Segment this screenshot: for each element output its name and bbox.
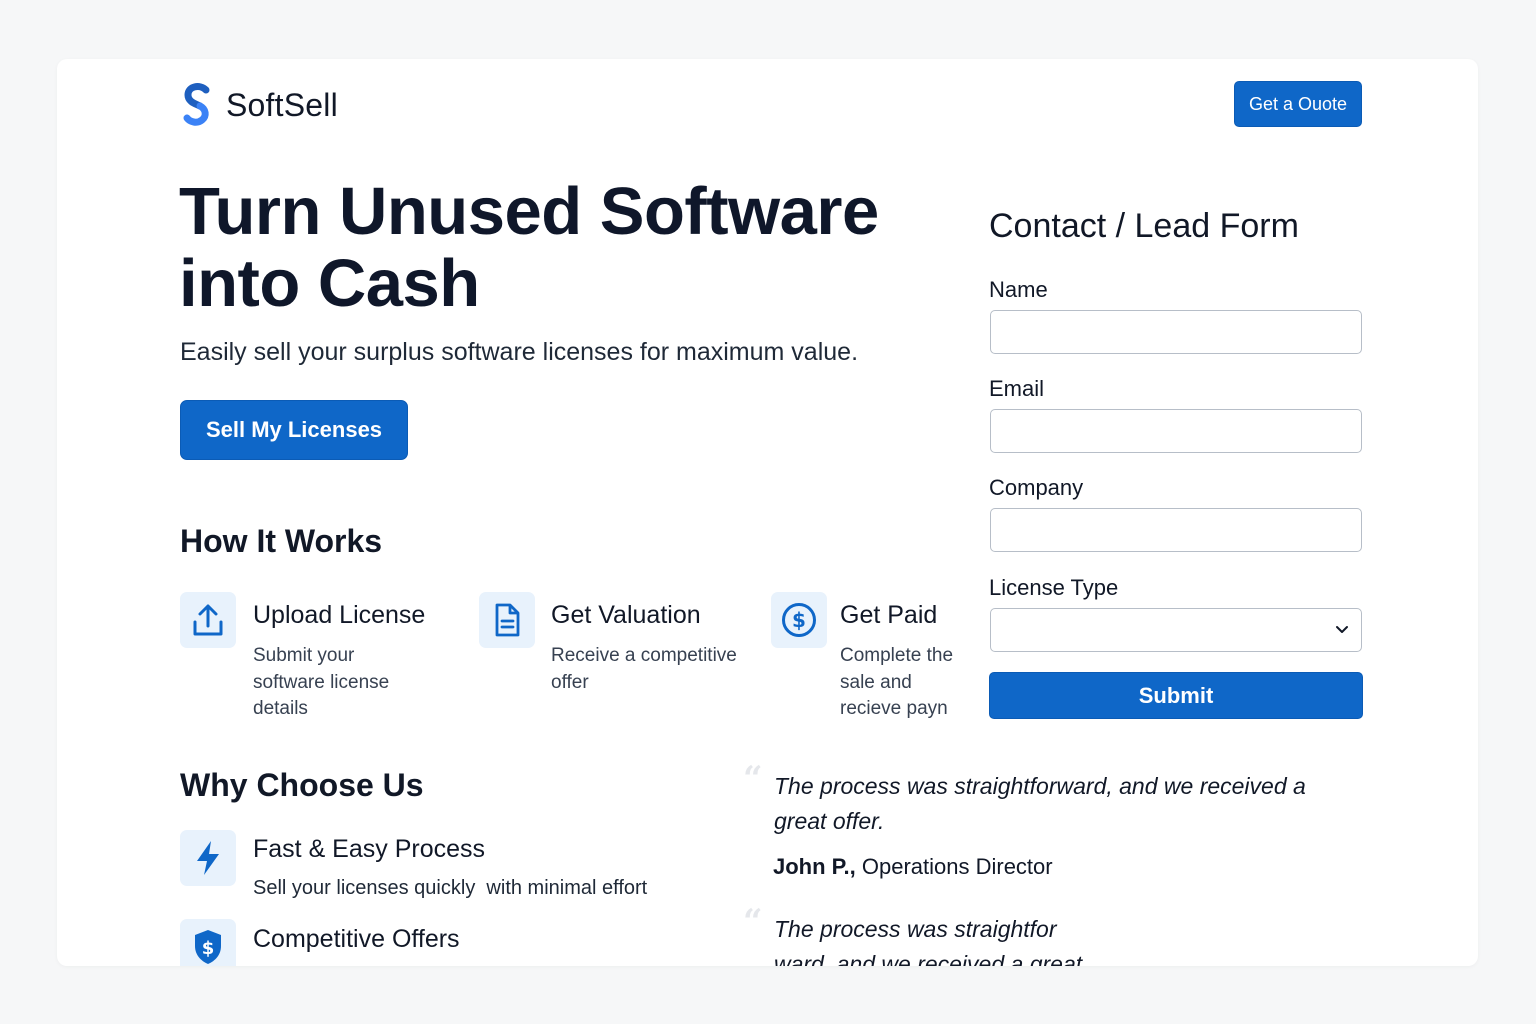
step-title-valuation: Get Valuation xyxy=(551,601,701,629)
testimonial-quote-1: The process was straightforward, and we … xyxy=(774,773,1306,834)
name-input[interactable] xyxy=(990,310,1362,354)
email-input[interactable] xyxy=(990,409,1362,453)
logo-icon xyxy=(183,83,210,126)
quote-mark-icon: “ xyxy=(743,759,763,799)
submit-button[interactable]: Submit xyxy=(989,672,1363,719)
step-title-paid: Get Paid xyxy=(840,601,938,629)
feature-title-offers: Competitive Offers xyxy=(253,925,460,953)
email-label: Email xyxy=(989,376,1045,401)
brand-logo[interactable]: SoftSell xyxy=(180,83,338,127)
why-choose-us-title: Why Choose Us xyxy=(180,767,424,803)
get-quote-button[interactable]: Get a Ouote xyxy=(1234,81,1362,127)
testimonial-author-1: John P., Operations Director xyxy=(773,854,1053,880)
sell-licenses-button[interactable]: Sell My Licenses xyxy=(180,400,408,460)
brand-name: SoftSell xyxy=(226,86,338,123)
step-title-upload: Upload License xyxy=(253,601,426,629)
dollar-icon: $ xyxy=(771,592,827,648)
license-type-label: License Type xyxy=(989,575,1119,600)
how-it-works-title: How It Works xyxy=(180,523,383,559)
step-desc-paid: Complete the sale and recieve payn xyxy=(840,645,954,719)
svg-text:$: $ xyxy=(792,608,806,632)
license-type-select[interactable] xyxy=(990,608,1362,652)
quote-mark-icon: “ xyxy=(743,902,763,942)
svg-text:$: $ xyxy=(202,938,215,959)
company-label: Company xyxy=(989,475,1084,500)
step-desc-valuation: Receive a competitive offer xyxy=(551,645,737,693)
document-icon xyxy=(479,592,535,648)
form-title: Contact / Lead Form xyxy=(989,207,1299,245)
testimonial-quote-2: The process was straightfor ward. and we… xyxy=(774,916,1083,966)
feature-desc-fast: Sell your licenses quickly with minimal … xyxy=(253,877,648,899)
hero-subtitle: Easily sell your surplus software licens… xyxy=(180,338,859,366)
company-input[interactable] xyxy=(990,508,1362,552)
hero-title: Turn Unused Software into Cash xyxy=(179,174,879,321)
page-card: SoftSell Get a Ouote Turn Unused Softwar… xyxy=(57,59,1478,966)
testimonial-author-role-1: Operations Director xyxy=(861,854,1053,879)
step-desc-upload: Submit your software license details xyxy=(253,645,390,719)
feature-title-fast: Fast & Easy Process xyxy=(253,835,486,863)
upload-icon xyxy=(180,592,236,648)
chevron-down-icon xyxy=(1336,626,1348,633)
lightning-icon xyxy=(180,830,236,886)
dollar-shield-icon: $ xyxy=(180,919,236,966)
testimonial-author-name-1: John P., xyxy=(773,854,856,879)
name-label: Name xyxy=(989,277,1048,302)
